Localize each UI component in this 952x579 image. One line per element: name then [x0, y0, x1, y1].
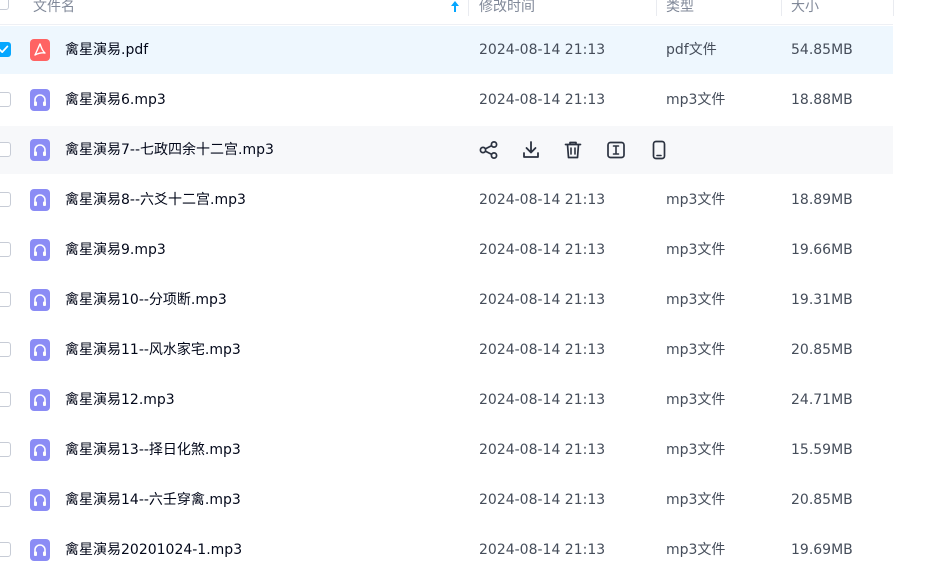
file-name[interactable]: 禽星演易7--七政四余十二宫.mp3	[65, 126, 274, 174]
table-row[interactable]: 禽星演易7--七政四余十二宫.mp3	[0, 126, 893, 174]
header-type[interactable]: 类型	[666, 0, 694, 24]
delete-icon[interactable]	[562, 139, 584, 161]
row-checkbox[interactable]	[0, 492, 11, 507]
download-icon[interactable]	[520, 139, 542, 161]
column-divider[interactable]	[893, 0, 894, 16]
audio-icon	[30, 539, 50, 561]
select-all-checkbox[interactable]	[0, 0, 9, 10]
file-name[interactable]: 禽星演易.pdf	[65, 26, 148, 74]
file-name[interactable]: 禽星演易14--六壬穿禽.mp3	[65, 476, 241, 524]
file-list: 文件名 修改时间 类型 大小 禽星演易.pdf 2024-08-14 21:13…	[0, 0, 952, 579]
audio-icon	[30, 439, 50, 461]
modified-time: 2024-08-14 21:13	[479, 542, 606, 558]
modified-time: 2024-08-14 21:13	[479, 292, 606, 308]
table-row[interactable]: 禽星演易10--分项断.mp3 2024-08-14 21:13 mp3文件 1…	[0, 276, 893, 324]
modified-time: 2024-08-14 21:13	[479, 392, 606, 408]
file-name[interactable]: 禽星演易11--风水家宅.mp3	[65, 326, 241, 374]
file-size: 24.71MB	[791, 392, 853, 408]
file-size: 19.31MB	[791, 292, 853, 308]
sort-ascending-icon[interactable]	[449, 0, 461, 16]
check-icon	[0, 45, 9, 53]
row-checkbox[interactable]	[0, 42, 11, 57]
rename-icon[interactable]	[605, 139, 627, 161]
audio-icon	[30, 139, 50, 161]
file-type: mp3文件	[666, 192, 726, 208]
audio-icon	[30, 289, 50, 311]
row-checkbox[interactable]	[0, 292, 11, 307]
table-row[interactable]: 禽星演易.pdf 2024-08-14 21:13 pdf文件 54.85MB	[0, 26, 893, 74]
table-row[interactable]: 禽星演易14--六壬穿禽.mp3 2024-08-14 21:13 mp3文件 …	[0, 476, 893, 524]
file-size: 15.59MB	[791, 442, 853, 458]
share-icon[interactable]	[478, 139, 500, 161]
file-name[interactable]: 禽星演易6.mp3	[65, 76, 166, 124]
row-checkbox[interactable]	[0, 242, 11, 257]
table-row[interactable]: 禽星演易20201024-1.mp3 2024-08-14 21:13 mp3文…	[0, 526, 893, 574]
file-name[interactable]: 禽星演易10--分项断.mp3	[65, 276, 227, 324]
file-type: mp3文件	[666, 542, 726, 558]
header-name[interactable]: 文件名	[33, 0, 75, 24]
file-name[interactable]: 禽星演易9.mp3	[65, 226, 166, 274]
audio-icon	[30, 339, 50, 361]
table-row[interactable]: 禽星演易6.mp3 2024-08-14 21:13 mp3文件 18.88MB	[0, 76, 893, 124]
audio-icon	[30, 389, 50, 411]
audio-icon	[30, 239, 50, 261]
row-checkbox[interactable]	[0, 392, 11, 407]
modified-time: 2024-08-14 21:13	[479, 492, 606, 508]
audio-icon	[30, 189, 50, 211]
modified-time: 2024-08-14 21:13	[479, 192, 606, 208]
file-size: 18.89MB	[791, 192, 853, 208]
file-type: mp3文件	[666, 392, 726, 408]
row-checkbox[interactable]	[0, 542, 11, 557]
table-row[interactable]: 禽星演易9.mp3 2024-08-14 21:13 mp3文件 19.66MB	[0, 226, 893, 274]
modified-time: 2024-08-14 21:13	[479, 342, 606, 358]
file-name[interactable]: 禽星演易20201024-1.mp3	[65, 526, 242, 574]
file-size: 20.85MB	[791, 342, 853, 358]
row-checkbox[interactable]	[0, 342, 11, 357]
file-type: mp3文件	[666, 342, 726, 358]
table-row[interactable]: 禽星演易12.mp3 2024-08-14 21:13 mp3文件 24.71M…	[0, 376, 893, 424]
file-size: 20.85MB	[791, 492, 853, 508]
table-row[interactable]: 禽星演易11--风水家宅.mp3 2024-08-14 21:13 mp3文件 …	[0, 326, 893, 374]
modified-time: 2024-08-14 21:13	[479, 92, 606, 108]
row-checkbox[interactable]	[0, 442, 11, 457]
file-name[interactable]: 禽星演易8--六爻十二宫.mp3	[65, 176, 246, 224]
file-size: 18.88MB	[791, 92, 853, 108]
file-type: mp3文件	[666, 242, 726, 258]
modified-time: 2024-08-14 21:13	[479, 442, 606, 458]
table-row[interactable]: 禽星演易8--六爻十二宫.mp3 2024-08-14 21:13 mp3文件 …	[0, 176, 893, 224]
audio-icon	[30, 489, 50, 511]
phone-icon[interactable]	[648, 139, 670, 161]
column-divider[interactable]	[656, 0, 657, 16]
audio-icon	[30, 89, 50, 111]
column-divider[interactable]	[781, 0, 782, 16]
file-size: 19.69MB	[791, 542, 853, 558]
file-name[interactable]: 禽星演易12.mp3	[65, 376, 175, 424]
file-type: pdf文件	[666, 42, 717, 58]
file-type: mp3文件	[666, 92, 726, 108]
table-row[interactable]: 禽星演易13--择日化煞.mp3 2024-08-14 21:13 mp3文件 …	[0, 426, 893, 474]
file-type: mp3文件	[666, 492, 726, 508]
modified-time: 2024-08-14 21:13	[479, 242, 606, 258]
column-divider[interactable]	[468, 0, 469, 16]
header-size[interactable]: 大小	[791, 0, 819, 24]
file-type: mp3文件	[666, 292, 726, 308]
table-header: 文件名 修改时间 类型 大小	[0, 0, 894, 25]
row-checkbox[interactable]	[0, 192, 11, 207]
row-checkbox[interactable]	[0, 142, 11, 157]
header-time[interactable]: 修改时间	[479, 0, 535, 24]
file-size: 54.85MB	[791, 42, 853, 58]
modified-time: 2024-08-14 21:13	[479, 42, 606, 58]
file-type: mp3文件	[666, 442, 726, 458]
pdf-icon	[30, 39, 50, 61]
file-size: 19.66MB	[791, 242, 853, 258]
file-name[interactable]: 禽星演易13--择日化煞.mp3	[65, 426, 241, 474]
row-checkbox[interactable]	[0, 92, 11, 107]
